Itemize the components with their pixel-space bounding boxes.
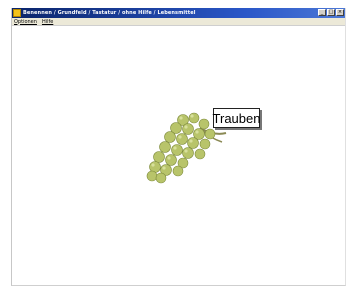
word-label-box[interactable]: Trauben: [213, 108, 260, 128]
app-window: Benennen / Grundfeld / Tastatur / ohne H…: [11, 8, 346, 286]
app-icon[interactable]: [13, 9, 21, 17]
window-controls: _ □ ×: [318, 9, 344, 16]
window-title: Benennen / Grundfeld / Tastatur / ohne H…: [23, 10, 196, 16]
title-bar[interactable]: Benennen / Grundfeld / Tastatur / ohne H…: [12, 8, 345, 18]
word-label: Trauben: [212, 110, 261, 126]
menu-hilfe[interactable]: Hilfe: [42, 19, 53, 25]
menu-optionen[interactable]: Optionen: [14, 19, 37, 25]
close-button[interactable]: ×: [336, 9, 344, 16]
menu-bar: Optionen Hilfe: [12, 18, 345, 26]
maximize-button[interactable]: □: [327, 9, 335, 16]
minimize-button[interactable]: _: [318, 9, 326, 16]
